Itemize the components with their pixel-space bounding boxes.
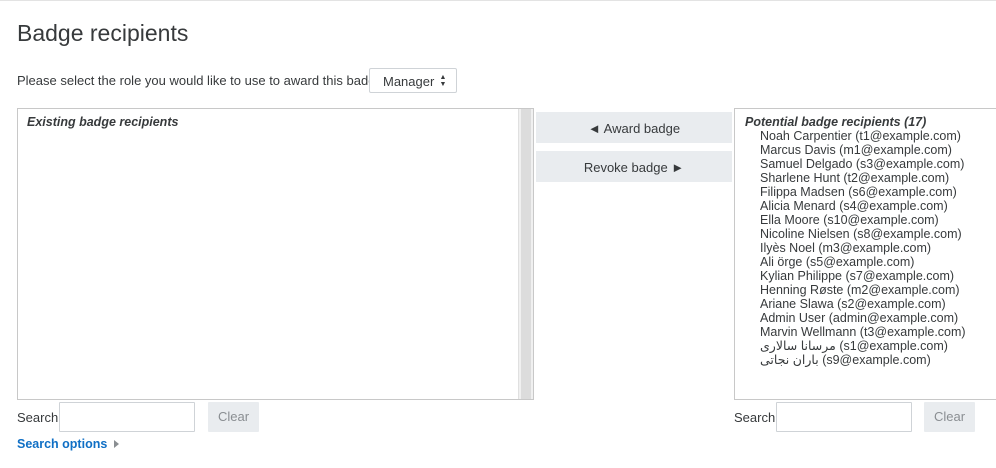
recipient-option[interactable]: Marvin Wellmann (t3@example.com) <box>760 325 966 339</box>
page-title: Badge recipients <box>17 20 189 46</box>
clear-existing-search-button[interactable]: Clear <box>208 402 259 432</box>
chevron-right-icon <box>114 439 120 448</box>
role-select-value: Manager <box>383 74 435 89</box>
search-options-link[interactable]: Search options <box>17 437 120 451</box>
recipient-option[interactable]: Samuel Delgado (s3@example.com) <box>760 157 966 171</box>
role-select[interactable]: Manager ▲ ▼ <box>369 68 457 93</box>
recipient-option[interactable]: Filippa Madsen (s6@example.com) <box>760 185 966 199</box>
revoke-badge-button[interactable]: Revoke badge ► <box>536 151 732 182</box>
existing-list-scrollbar[interactable] <box>518 109 533 399</box>
existing-list-scroll-thumb[interactable] <box>521 109 531 399</box>
role-label: Please select the role you would like to… <box>17 73 387 88</box>
recipient-option[interactable]: Ali örge (s5@example.com) <box>760 255 966 269</box>
recipient-option[interactable]: Ilyès Noel (m3@example.com) <box>760 241 966 255</box>
recipient-option[interactable]: باران نجاتی (s9@example.com) <box>760 353 966 367</box>
recipient-option[interactable]: Ariane Slawa (s2@example.com) <box>760 297 966 311</box>
recipient-option[interactable]: Kylian Philippe (s7@example.com) <box>760 269 966 283</box>
recipient-option[interactable]: Admin User (admin@example.com) <box>760 311 966 325</box>
recipient-option[interactable]: Noah Carpentier (t1@example.com) <box>760 129 966 143</box>
search-existing-label: Search <box>17 410 59 425</box>
recipient-option[interactable]: Alicia Menard (s4@example.com) <box>760 199 966 213</box>
potential-recipients-group-label: Potential badge recipients (17) <box>745 115 927 129</box>
award-badge-button[interactable]: ◄ Award badge <box>536 112 732 143</box>
recipient-option[interactable]: Sharlene Hunt (t2@example.com) <box>760 171 966 185</box>
top-divider <box>0 0 996 1</box>
potential-recipients-list[interactable]: Potential badge recipients (17) Noah Car… <box>734 108 996 400</box>
recipient-option[interactable]: Ella Moore (s10@example.com) <box>760 213 966 227</box>
search-potential-input[interactable] <box>776 402 912 432</box>
badge-recipients-page: Badge recipients Please select the role … <box>0 0 996 468</box>
existing-recipients-list[interactable]: Existing badge recipients <box>17 108 534 400</box>
clear-potential-search-button[interactable]: Clear <box>924 402 975 432</box>
recipient-option[interactable]: مرسانا سالاری (s1@example.com) <box>760 339 966 353</box>
search-options-label: Search options <box>17 437 108 451</box>
select-arrows-icon: ▲ ▼ <box>439 74 447 88</box>
recipient-option[interactable]: Henning Røste (m2@example.com) <box>760 283 966 297</box>
existing-recipients-group-label: Existing badge recipients <box>27 115 179 129</box>
search-existing-input[interactable] <box>59 402 195 432</box>
recipient-option[interactable]: Marcus Davis (m1@example.com) <box>760 143 966 157</box>
potential-recipients-options: Noah Carpentier (t1@example.com) Marcus D… <box>760 129 966 367</box>
search-potential-label: Search <box>734 410 776 425</box>
recipient-option[interactable]: Nicoline Nielsen (s8@example.com) <box>760 227 966 241</box>
